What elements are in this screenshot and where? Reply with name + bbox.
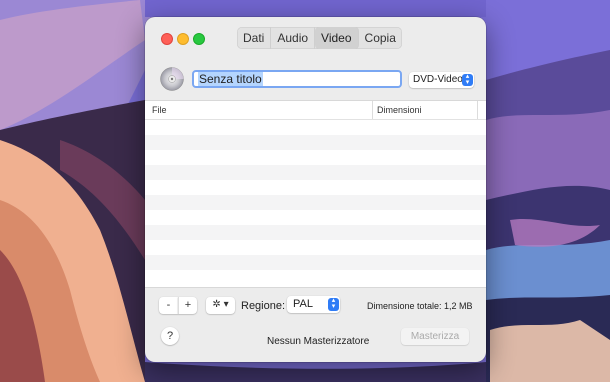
tab-copia[interactable]: Copia <box>359 27 402 49</box>
chevron-updown-icon: ▴ ▾ <box>328 297 339 311</box>
close-window-button[interactable] <box>161 33 173 45</box>
region-label: Regione: <box>241 300 286 312</box>
table-header: File Dimensioni <box>145 101 486 120</box>
disc-title-input[interactable]: Senza titolo <box>192 70 402 88</box>
tab-audio[interactable]: Audio <box>271 27 316 49</box>
table-row <box>145 165 486 180</box>
minimize-window-button[interactable] <box>177 33 189 45</box>
add-button[interactable]: + <box>178 297 197 314</box>
table-row <box>145 240 486 255</box>
burner-status: Nessun Masterizzatore <box>267 336 370 347</box>
mode-tabs: Dati Audio Video Copia <box>237 27 402 49</box>
format-select-value: DVD-Video <box>413 74 463 85</box>
table-row <box>145 195 486 210</box>
table-toolbar: - + ✲ ▾ Regione: PAL ▴ ▾ Dimensione total… <box>145 288 486 318</box>
table-row <box>145 135 486 150</box>
burn-button[interactable]: Masterizza <box>401 328 469 345</box>
column-header-file[interactable]: File <box>145 101 373 119</box>
file-table[interactable]: File Dimensioni <box>145 100 486 288</box>
table-row <box>145 150 486 165</box>
total-size-label: Dimensione totale: 1,2 MB <box>367 301 473 311</box>
table-row <box>145 180 486 195</box>
disc-icon <box>160 67 184 91</box>
remove-button[interactable]: - <box>159 297 178 314</box>
column-header-size[interactable]: Dimensioni <box>373 101 478 119</box>
table-row <box>145 270 486 285</box>
format-select[interactable]: DVD-Video ▴ ▾ <box>409 72 474 88</box>
burn-window: Dati Audio Video Copia Senza titolo DVD-… <box>145 17 486 362</box>
table-rows <box>145 120 486 285</box>
zoom-window-button[interactable] <box>193 33 205 45</box>
table-row <box>145 255 486 270</box>
window-footer: ? Nessun Masterizzatore Masterizza <box>145 318 486 362</box>
region-select[interactable]: PAL ▴ ▾ <box>287 296 340 313</box>
gear-menu-button[interactable]: ✲ ▾ <box>206 297 235 314</box>
region-select-value: PAL <box>293 298 313 310</box>
disc-title-text: Senza titolo <box>198 72 263 86</box>
table-row <box>145 210 486 225</box>
table-row <box>145 120 486 135</box>
gear-icon: ✲ ▾ <box>212 299 229 310</box>
tab-video[interactable]: Video <box>315 27 359 49</box>
chevron-updown-icon: ▴ ▾ <box>462 73 473 86</box>
table-row <box>145 225 486 240</box>
tab-dati[interactable]: Dati <box>237 27 272 49</box>
help-button[interactable]: ? <box>161 327 179 345</box>
